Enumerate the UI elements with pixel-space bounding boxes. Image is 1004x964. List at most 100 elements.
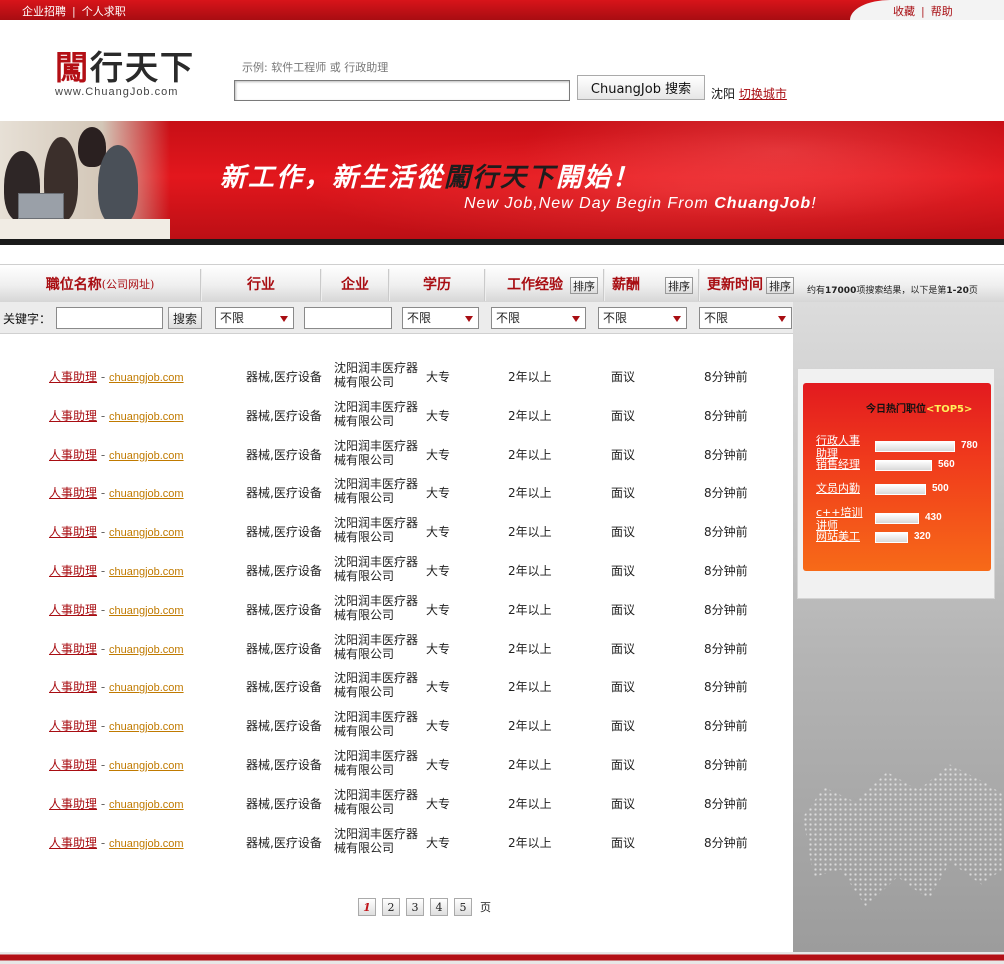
job-title-link[interactable]: 人事助理	[49, 564, 97, 578]
job-title-link[interactable]: 人事助理	[49, 409, 97, 423]
company-site-link[interactable]: chuangjob.com	[109, 760, 184, 772]
job-title-link[interactable]: 人事助理	[49, 603, 97, 617]
jobseeker-link[interactable]: 个人求职	[82, 5, 126, 18]
company-site-link[interactable]: chuangjob.com	[109, 605, 184, 617]
company-site-link[interactable]: chuangjob.com	[109, 372, 184, 384]
company-cell[interactable]: 沈阳润丰医疗器械有限公司	[334, 827, 422, 855]
updated-cell: 8分钟前	[704, 835, 748, 850]
page-button[interactable]: 3	[406, 898, 424, 916]
industry-cell: 器械,医疗设备	[246, 370, 322, 384]
company-site-link[interactable]: chuangjob.com	[109, 450, 184, 462]
education-cell: 大专	[426, 525, 451, 540]
salary-cell: 面议	[611, 486, 636, 501]
company-cell[interactable]: 沈阳润丰医疗器械有限公司	[334, 749, 422, 777]
company-cell[interactable]: 沈阳润丰医疗器械有限公司	[334, 710, 422, 738]
company-site-link[interactable]: chuangjob.com	[109, 682, 184, 694]
page-button[interactable]: 1	[358, 898, 376, 916]
company-site-link[interactable]: chuangjob.com	[109, 721, 184, 733]
logo-text: 闖行天下	[55, 48, 195, 87]
salary-cell: 面议	[611, 835, 636, 850]
top5-bar	[875, 513, 919, 524]
company-site-link[interactable]: chuangjob.com	[109, 838, 184, 850]
job-title-link[interactable]: 人事助理	[49, 719, 97, 733]
top5-job-link[interactable]: 文员内勤	[816, 482, 870, 495]
company-cell[interactable]: 沈阳润丰医疗器械有限公司	[334, 671, 422, 699]
filter-search-button[interactable]: 搜索	[168, 307, 202, 329]
search-button[interactable]: ChuangJob 搜索	[577, 75, 705, 100]
job-title-link[interactable]: 人事助理	[49, 642, 97, 656]
salary-select[interactable]: 不限	[598, 307, 687, 329]
company-cell[interactable]: 沈阳润丰医疗器械有限公司	[334, 477, 422, 505]
top5-job-link[interactable]: 销售经理	[816, 458, 870, 471]
footer-bar	[0, 952, 1004, 964]
company-input[interactable]	[304, 307, 392, 329]
company-site-link[interactable]: chuangjob.com	[109, 411, 184, 423]
company-cell[interactable]: 沈阳润丰医疗器械有限公司	[334, 555, 422, 583]
site-logo[interactable]: 闖行天下 www.ChuangJob.com	[55, 48, 195, 99]
company-site-link[interactable]: chuangjob.com	[109, 488, 184, 500]
search-input[interactable]	[234, 80, 570, 101]
top5-job-link[interactable]: c++培训讲师	[816, 506, 870, 532]
salary-cell: 面议	[611, 758, 636, 772]
company-cell[interactable]: 沈阳润丰医疗器械有限公司	[334, 439, 422, 467]
industry-cell: 器械,医疗设备	[246, 680, 322, 695]
job-title-link[interactable]: 人事助理	[49, 758, 97, 772]
company-site-link[interactable]: chuangjob.com	[109, 799, 184, 811]
top5-count: 320	[914, 531, 931, 542]
updated-cell: 8分钟前	[704, 758, 748, 772]
top5-bar	[875, 532, 908, 543]
education-select[interactable]: 不限	[402, 307, 479, 329]
keyword-input[interactable]	[56, 307, 163, 329]
experience-select[interactable]: 不限	[491, 307, 586, 329]
sort-updated-button[interactable]: 排序	[766, 277, 794, 294]
top5-item: c++培训讲师 430	[816, 506, 991, 532]
chevron-down-icon	[673, 316, 681, 322]
company-cell[interactable]: 沈阳润丰医疗器械有限公司	[334, 400, 422, 428]
sort-salary-button[interactable]: 排序	[665, 277, 693, 294]
company-cell[interactable]: 沈阳润丰医疗器械有限公司	[334, 594, 422, 622]
experience-cell: 2年以上	[508, 758, 552, 772]
company-site-link[interactable]: chuangjob.com	[109, 644, 184, 656]
company-cell[interactable]: 沈阳润丰医疗器械有限公司	[334, 361, 422, 389]
filter-row: 关键字： 搜索 不限 不限 不限 不限 不限	[0, 302, 793, 334]
page-button[interactable]: 5	[454, 898, 472, 916]
favorite-link[interactable]: 收藏	[893, 5, 915, 18]
company-cell[interactable]: 沈阳润丰医疗器械有限公司	[334, 788, 422, 816]
experience-cell: 2年以上	[508, 796, 552, 811]
industry-select[interactable]: 不限	[215, 307, 294, 329]
page-button[interactable]: 4	[430, 898, 448, 916]
experience-cell: 2年以上	[508, 447, 552, 462]
result-count: 约有17000项搜索结果，以下是第1-20页	[807, 286, 978, 296]
education-cell: 大专	[426, 447, 451, 462]
top5-job-link[interactable]: 行政人事助理	[816, 434, 870, 460]
top5-title: 今日热门职位<TOP5>	[866, 404, 973, 415]
job-title-link[interactable]: 人事助理	[49, 680, 97, 694]
job-title-link[interactable]: 人事助理	[49, 370, 97, 384]
job-title-cell: 人事助理 - chuangjob.com	[49, 796, 184, 811]
table-row: 人事助理 - chuangjob.com 器械,医疗设备 沈阳润丰医疗器械有限公司大…	[0, 826, 793, 856]
job-title-link[interactable]: 人事助理	[49, 797, 97, 811]
company-cell[interactable]: 沈阳润丰医疗器械有限公司	[334, 516, 422, 544]
table-row: 人事助理 - chuangjob.com 器械,医疗设备 沈阳润丰医疗器械有限公司大…	[0, 670, 793, 700]
job-title-link[interactable]: 人事助理	[49, 836, 97, 850]
company-site-link[interactable]: chuangjob.com	[109, 527, 184, 539]
top5-item: 文员内勤 500	[816, 482, 991, 504]
job-title-link[interactable]: 人事助理	[49, 525, 97, 539]
education-cell: 大专	[426, 564, 451, 578]
sort-experience-button[interactable]: 排序	[570, 277, 598, 294]
switch-city-link[interactable]: 切换城市	[739, 87, 787, 101]
company-cell[interactable]: 沈阳润丰医疗器械有限公司	[334, 633, 422, 661]
updated-select[interactable]: 不限	[699, 307, 792, 329]
education-cell: 大专	[426, 408, 451, 423]
help-link[interactable]: 帮助	[931, 5, 953, 18]
job-title-cell: 人事助理 - chuangjob.com	[49, 525, 184, 540]
page-button[interactable]: 2	[382, 898, 400, 916]
job-title-link[interactable]: 人事助理	[49, 448, 97, 462]
company-site-link[interactable]: chuangjob.com	[109, 566, 184, 578]
experience-cell: 2年以上	[508, 602, 552, 617]
top5-job-link[interactable]: 网站美工	[816, 530, 870, 543]
job-title-link[interactable]: 人事助理	[49, 486, 97, 500]
employer-link[interactable]: 企业招聘	[22, 5, 66, 18]
table-row: 人事助理 - chuangjob.com 器械,医疗设备 沈阳润丰医疗器械有限公司大…	[0, 709, 793, 739]
education-cell: 大专	[426, 486, 451, 501]
